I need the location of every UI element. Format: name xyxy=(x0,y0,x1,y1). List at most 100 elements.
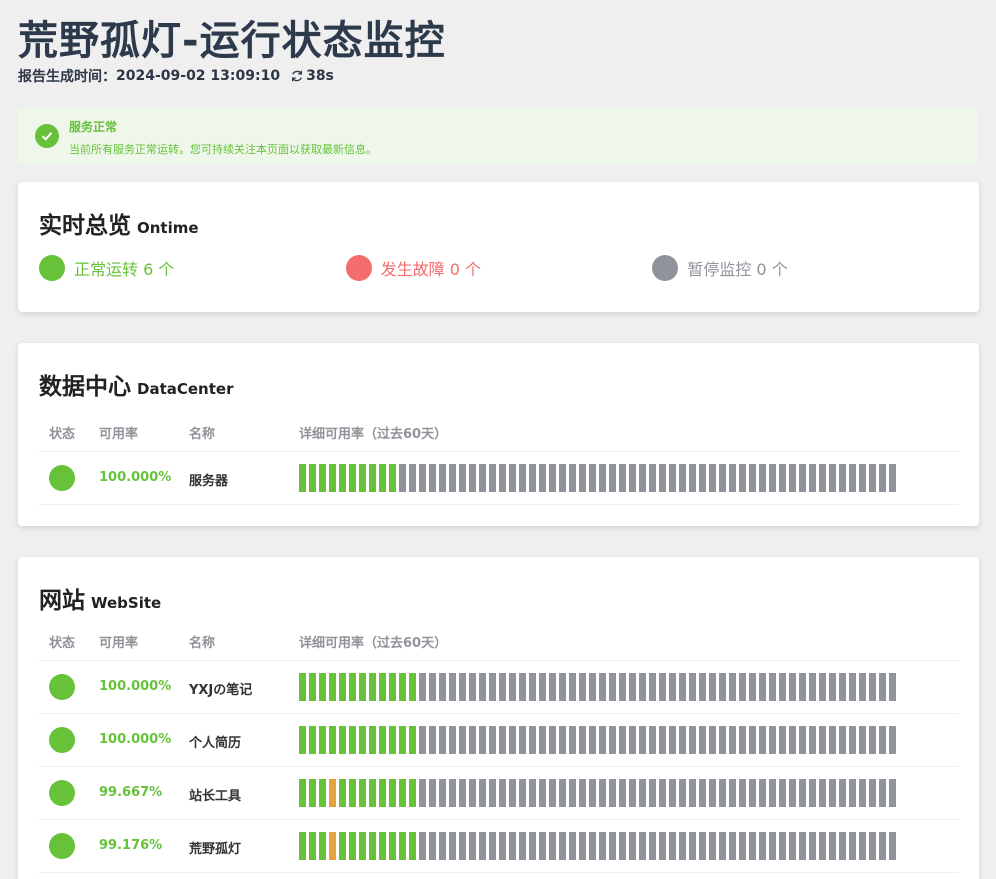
uptime-day-bar[interactable] xyxy=(729,832,736,860)
uptime-day-bar[interactable] xyxy=(869,779,876,807)
uptime-day-bar[interactable] xyxy=(319,464,326,492)
uptime-day-bar[interactable] xyxy=(559,673,566,701)
uptime-day-bar[interactable] xyxy=(309,464,316,492)
uptime-day-bar[interactable] xyxy=(579,779,586,807)
uptime-day-bar[interactable] xyxy=(699,726,706,754)
uptime-day-bar[interactable] xyxy=(839,779,846,807)
uptime-day-bar[interactable] xyxy=(759,779,766,807)
uptime-day-bar[interactable] xyxy=(319,832,326,860)
uptime-day-bar[interactable] xyxy=(819,832,826,860)
uptime-day-bar[interactable] xyxy=(509,779,516,807)
uptime-day-bar[interactable] xyxy=(539,779,546,807)
uptime-day-bar[interactable] xyxy=(529,726,536,754)
uptime-day-bar[interactable] xyxy=(609,726,616,754)
uptime-day-bar[interactable] xyxy=(339,673,346,701)
uptime-day-bar[interactable] xyxy=(819,464,826,492)
uptime-day-bar[interactable] xyxy=(619,464,626,492)
uptime-day-bar[interactable] xyxy=(669,464,676,492)
uptime-day-bar[interactable] xyxy=(309,779,316,807)
uptime-day-bar[interactable] xyxy=(779,832,786,860)
uptime-day-bar[interactable] xyxy=(679,726,686,754)
uptime-day-bar[interactable] xyxy=(559,464,566,492)
table-row[interactable]: 100.000% 服务器 xyxy=(39,452,959,505)
uptime-day-bar[interactable] xyxy=(579,726,586,754)
uptime-day-bar[interactable] xyxy=(379,779,386,807)
uptime-day-bar[interactable] xyxy=(789,673,796,701)
uptime-day-bar[interactable] xyxy=(709,779,716,807)
uptime-day-bar[interactable] xyxy=(659,779,666,807)
uptime-day-bar[interactable] xyxy=(759,464,766,492)
uptime-day-bar[interactable] xyxy=(669,673,676,701)
uptime-day-bar[interactable] xyxy=(419,779,426,807)
uptime-day-bar[interactable] xyxy=(549,832,556,860)
uptime-day-bar[interactable] xyxy=(749,779,756,807)
uptime-day-bar[interactable] xyxy=(779,779,786,807)
uptime-day-bar[interactable] xyxy=(329,726,336,754)
uptime-day-bar[interactable] xyxy=(769,673,776,701)
uptime-day-bar[interactable] xyxy=(439,832,446,860)
uptime-day-bar[interactable] xyxy=(889,673,896,701)
uptime-day-bar[interactable] xyxy=(839,673,846,701)
uptime-day-bar[interactable] xyxy=(809,832,816,860)
uptime-day-bar[interactable] xyxy=(519,832,526,860)
uptime-day-bar[interactable] xyxy=(539,464,546,492)
uptime-day-bar[interactable] xyxy=(609,673,616,701)
uptime-day-bar[interactable] xyxy=(539,673,546,701)
uptime-day-bar[interactable] xyxy=(629,832,636,860)
uptime-day-bar[interactable] xyxy=(639,673,646,701)
uptime-day-bar[interactable] xyxy=(629,673,636,701)
uptime-day-bar[interactable] xyxy=(589,779,596,807)
uptime-day-bar[interactable] xyxy=(579,832,586,860)
uptime-day-bar[interactable] xyxy=(419,464,426,492)
uptime-day-bar[interactable] xyxy=(859,464,866,492)
uptime-day-bar[interactable] xyxy=(849,726,856,754)
uptime-day-bar[interactable] xyxy=(309,673,316,701)
uptime-day-bar[interactable] xyxy=(809,464,816,492)
uptime-day-bar[interactable] xyxy=(609,779,616,807)
uptime-day-bar[interactable] xyxy=(539,726,546,754)
uptime-day-bar[interactable] xyxy=(669,726,676,754)
uptime-day-bar[interactable] xyxy=(399,832,406,860)
uptime-day-bar[interactable] xyxy=(879,832,886,860)
uptime-day-bar[interactable] xyxy=(729,673,736,701)
uptime-day-bar[interactable] xyxy=(469,464,476,492)
uptime-day-bar[interactable] xyxy=(409,464,416,492)
uptime-day-bar[interactable] xyxy=(339,726,346,754)
uptime-day-bar[interactable] xyxy=(799,779,806,807)
uptime-day-bar[interactable] xyxy=(529,779,536,807)
uptime-day-bar[interactable] xyxy=(619,779,626,807)
uptime-day-bar[interactable] xyxy=(669,779,676,807)
uptime-day-bar[interactable] xyxy=(589,673,596,701)
uptime-day-bar[interactable] xyxy=(819,673,826,701)
uptime-day-bar[interactable] xyxy=(749,464,756,492)
uptime-day-bar[interactable] xyxy=(809,779,816,807)
uptime-day-bar[interactable] xyxy=(369,464,376,492)
uptime-day-bar[interactable] xyxy=(439,673,446,701)
uptime-day-bar[interactable] xyxy=(799,832,806,860)
uptime-day-bar[interactable] xyxy=(639,779,646,807)
uptime-day-bar[interactable] xyxy=(689,832,696,860)
uptime-day-bar[interactable] xyxy=(549,779,556,807)
uptime-day-bar[interactable] xyxy=(789,832,796,860)
uptime-day-bar[interactable] xyxy=(599,779,606,807)
uptime-day-bar[interactable] xyxy=(769,726,776,754)
uptime-day-bar[interactable] xyxy=(719,673,726,701)
uptime-day-bar[interactable] xyxy=(319,726,326,754)
uptime-day-bar[interactable] xyxy=(369,779,376,807)
uptime-day-bar[interactable] xyxy=(439,464,446,492)
uptime-day-bar[interactable] xyxy=(349,464,356,492)
uptime-day-bar[interactable] xyxy=(389,726,396,754)
uptime-day-bar[interactable] xyxy=(609,464,616,492)
uptime-day-bar[interactable] xyxy=(309,726,316,754)
uptime-day-bar[interactable] xyxy=(709,464,716,492)
uptime-day-bar[interactable] xyxy=(449,464,456,492)
uptime-day-bar[interactable] xyxy=(829,464,836,492)
uptime-day-bar[interactable] xyxy=(329,464,336,492)
uptime-day-bar[interactable] xyxy=(339,779,346,807)
uptime-day-bar[interactable] xyxy=(599,464,606,492)
uptime-day-bar[interactable] xyxy=(509,726,516,754)
uptime-day-bar[interactable] xyxy=(509,673,516,701)
uptime-day-bar[interactable] xyxy=(759,726,766,754)
uptime-day-bar[interactable] xyxy=(829,832,836,860)
uptime-day-bar[interactable] xyxy=(569,464,576,492)
